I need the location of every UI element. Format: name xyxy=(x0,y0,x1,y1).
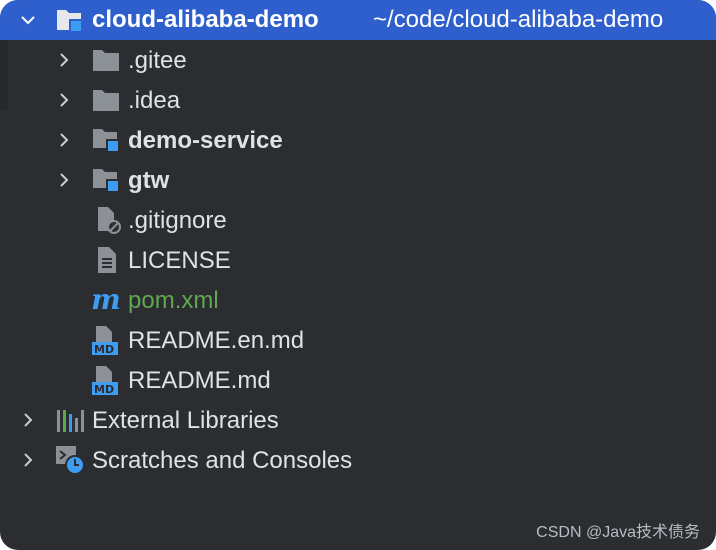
tree-item-gitignore[interactable]: .gitignore xyxy=(0,200,716,240)
folder-icon xyxy=(90,44,122,76)
chevron-right-icon[interactable] xyxy=(56,132,72,148)
tree-item-gtw[interactable]: gtw xyxy=(0,160,716,200)
tree-item-label: gtw xyxy=(128,167,170,194)
tree-item-idea[interactable]: .idea xyxy=(0,80,716,120)
module-folder-icon xyxy=(90,124,122,156)
tree-item-label: demo-service xyxy=(128,127,283,154)
folder-icon xyxy=(90,84,122,116)
chevron-right-icon[interactable] xyxy=(56,172,72,188)
tree-root-row[interactable]: cloud-alibaba-demo ~/code/cloud-alibaba-… xyxy=(0,0,716,40)
tree-item-label: pom.xml xyxy=(128,287,219,314)
tree-item-external-libraries[interactable]: External Libraries xyxy=(0,400,716,440)
tree-item-pom[interactable]: m pom.xml xyxy=(0,280,716,320)
ignored-file-icon xyxy=(92,204,124,236)
tree-item-license[interactable]: LICENSE xyxy=(0,240,716,280)
tree-item-label: LICENSE xyxy=(128,247,231,274)
libraries-icon xyxy=(54,404,86,436)
tree-item-label: Scratches and Consoles xyxy=(92,447,353,474)
tree-item-label: README.en.md xyxy=(128,327,305,354)
markdown-file-icon: MD xyxy=(90,364,122,396)
svg-text:MD: MD xyxy=(94,343,114,356)
chevron-right-icon[interactable] xyxy=(20,452,36,468)
chevron-right-icon[interactable] xyxy=(56,52,72,68)
maven-icon: m xyxy=(91,283,121,316)
project-tree-panel: cloud-alibaba-demo ~/code/cloud-alibaba-… xyxy=(0,0,716,550)
tree-item-label: .gitignore xyxy=(128,207,227,234)
tree-item-readme[interactable]: MD README.md xyxy=(0,360,716,400)
tree-item-scratches[interactable]: Scratches and Consoles xyxy=(0,440,716,480)
chevron-down-icon[interactable] xyxy=(20,12,36,28)
module-folder-icon xyxy=(54,4,86,36)
scratches-icon xyxy=(54,444,86,476)
tree-item-label: .gitee xyxy=(128,47,187,74)
project-path: ~/code/cloud-alibaba-demo xyxy=(373,6,664,33)
tree-item-label: External Libraries xyxy=(92,407,279,434)
watermark: CSDN @Java技术债务 xyxy=(536,524,700,541)
chevron-right-icon[interactable] xyxy=(56,92,72,108)
project-name: cloud-alibaba-demo xyxy=(92,6,319,33)
tree-item-label: README.md xyxy=(128,367,271,394)
tree-item-readme-en[interactable]: MD README.en.md xyxy=(0,320,716,360)
markdown-file-icon: MD xyxy=(90,324,122,356)
tree-item-gitee[interactable]: .gitee xyxy=(0,40,716,80)
svg-text:MD: MD xyxy=(94,383,114,396)
text-file-icon xyxy=(92,244,124,276)
module-folder-icon xyxy=(90,164,122,196)
chevron-right-icon[interactable] xyxy=(20,412,36,428)
tree-item-label: .idea xyxy=(128,87,181,114)
tree-item-demo-service[interactable]: demo-service xyxy=(0,120,716,160)
